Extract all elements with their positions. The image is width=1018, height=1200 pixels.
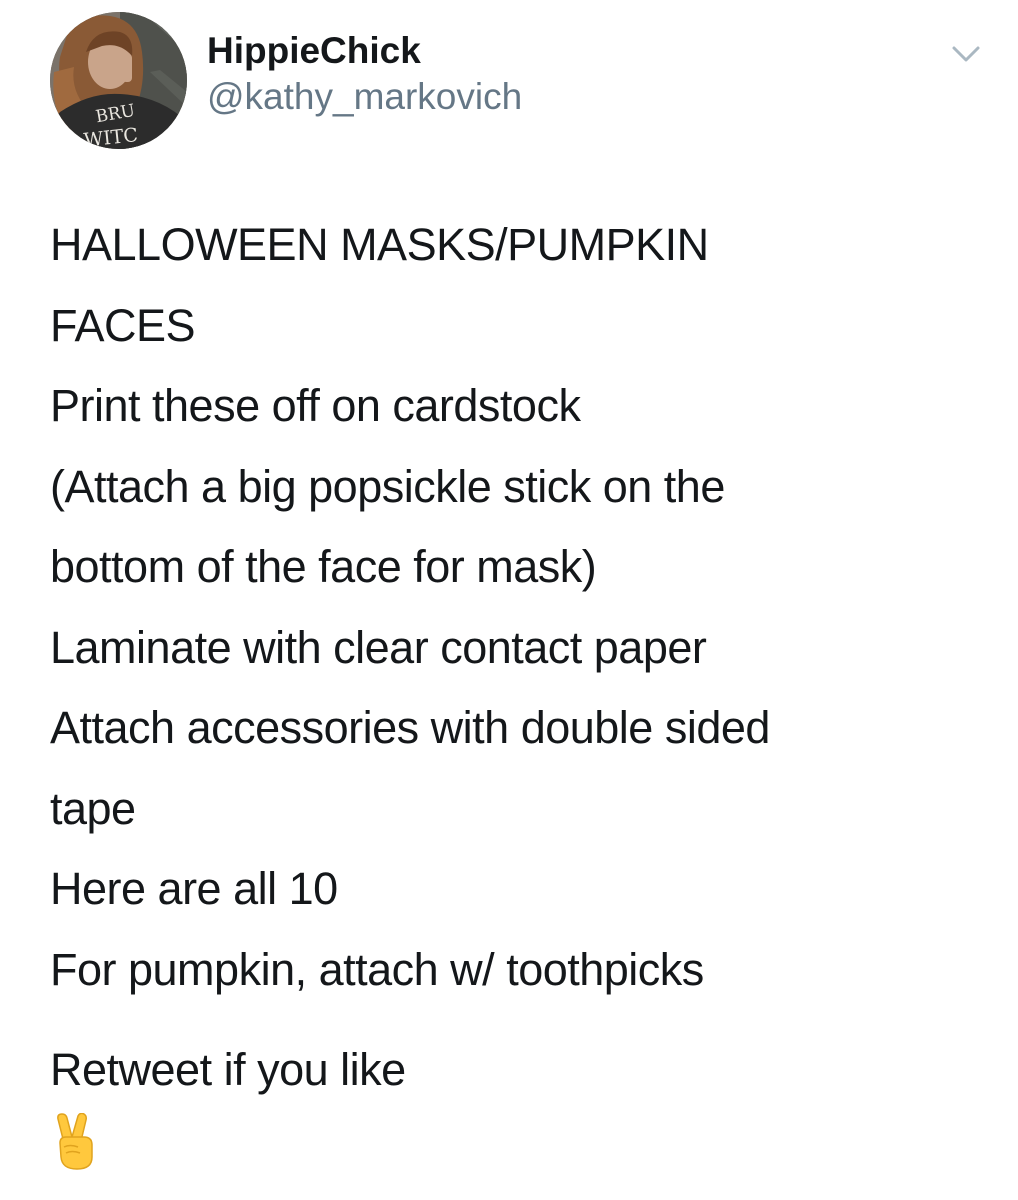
tweet-line: HALLOWEEN MASKS/PUMPKIN [50, 219, 709, 270]
tweet-text: HALLOWEEN MASKS/PUMPKIN FACES Print thes… [50, 205, 990, 1171]
tweet-closing-line: Retweet if you like [50, 1044, 406, 1095]
avatar[interactable]: BRU WITC [50, 12, 187, 149]
tweet-line: For pumpkin, attach w/ toothpicks [50, 943, 704, 995]
tweet-line: Laminate with clear contact paper [50, 621, 707, 673]
tweet-line: Print these off on cardstock [50, 380, 581, 431]
tweet-line: tape [50, 782, 136, 834]
display-name[interactable]: HippieChick [207, 28, 522, 74]
tweet-line: (Attach a big popsickle stick on the [50, 460, 725, 512]
user-info: HippieChick @kathy_markovich [207, 28, 522, 120]
tweet-line: bottom of the face for mask) [50, 541, 597, 592]
tweet-line: Here are all 10 [50, 863, 338, 914]
tweet-card: BRU WITC HippieChick @kathy_markovich HA… [0, 0, 1018, 1200]
victory-hand-emoji-icon [50, 1112, 100, 1171]
tweet-line: Attach accessories with double sided [50, 702, 770, 753]
avatar-photo: BRU WITC [50, 12, 187, 149]
chevron-down-icon[interactable] [946, 40, 986, 68]
user-handle[interactable]: @kathy_markovich [207, 74, 522, 120]
tweet-line: FACES [50, 299, 196, 351]
